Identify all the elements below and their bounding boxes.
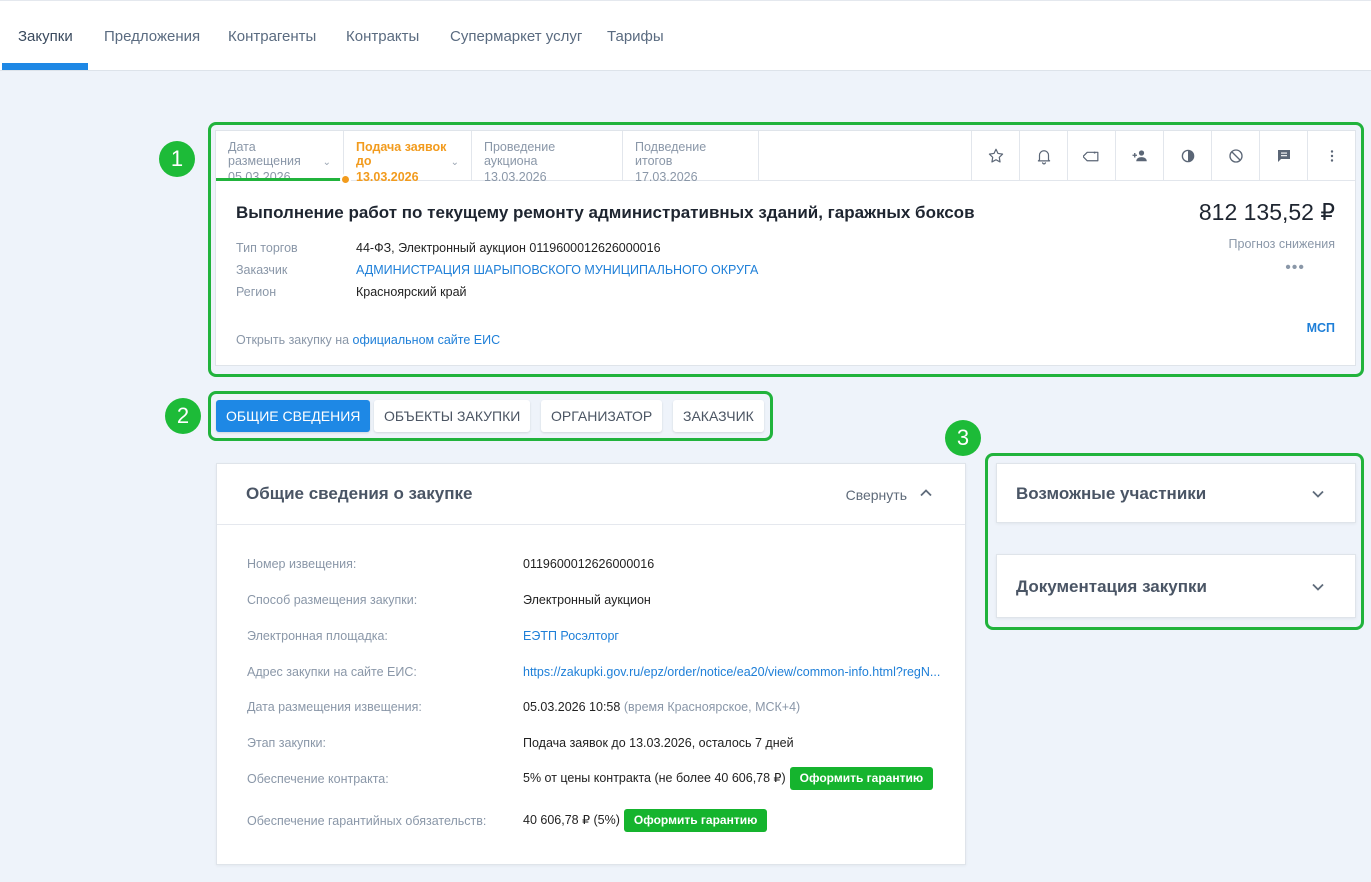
timezone-note: (время Красноярское, МСК+4) [623,700,801,714]
detail-value: Электронный аукцион [523,593,651,607]
get-guarantee-button[interactable]: Оформить гарантию [789,767,934,790]
nav-tab-contracts[interactable]: Контракты [346,1,419,71]
get-guarantee-button[interactable]: Оформить гарантию [623,809,768,832]
annotation-box-2 [208,391,773,441]
annotation-marker-2: 2 [165,398,201,434]
annotation-marker-1: 1 [159,141,195,177]
detail-label: Способ размещения закупки: [247,593,418,607]
detail-value: Подача заявок до 13.03.2026, осталось 7 … [523,736,794,750]
nav-tab-tariffs[interactable]: Тарифы [607,1,664,71]
detail-label: Обеспечение гарантийных обязательств: [247,814,487,828]
card-header: Общие сведения о закупке Свернуть [217,464,965,525]
detail-value: 40 606,78 ₽ (5%) Оформить гарантию [523,809,768,832]
card-title: Общие сведения о закупке [246,484,473,503]
nav-tab-counterparties[interactable]: Контрагенты [228,1,316,71]
general-info-card: Общие сведения о закупке Свернуть Номер … [216,463,966,865]
annotation-box-3 [985,453,1364,630]
chevron-up-icon[interactable] [919,486,933,500]
active-tab-indicator [2,63,88,70]
detail-label: Этап закупки: [247,736,326,750]
security-amount: 5% от цены контракта (не более 40 606,78… [523,770,786,785]
publication-datetime: 05.03.2026 10:58 [523,700,621,714]
detail-label: Электронная площадка: [247,629,388,643]
detail-label: Дата размещения извещения: [247,700,422,714]
top-navigation: Закупки Предложения Контрагенты Контракт… [0,0,1371,71]
nav-tab-offers[interactable]: Предложения [104,1,200,71]
nav-tab-purchases[interactable]: Закупки [18,1,73,71]
annotation-marker-3: 3 [945,420,981,456]
detail-label: Адрес закупки на сайте ЕИС: [247,665,417,679]
warranty-amount: 40 606,78 ₽ (5%) [523,812,620,827]
eis-address-link[interactable]: https://zakupki.gov.ru/epz/order/notice/… [523,665,940,679]
detail-value: 05.03.2026 10:58 (время Красноярское, МС… [523,700,800,714]
detail-label: Номер извещения: [247,557,357,571]
collapse-button[interactable]: Свернуть [846,487,907,503]
detail-value: 5% от цены контракта (не более 40 606,78… [523,767,934,790]
platform-link[interactable]: ЕЭТП Росэлторг [523,629,619,643]
nav-tab-services-supermarket[interactable]: Супермаркет услуг [450,1,582,71]
detail-label: Обеспечение контракта: [247,772,389,786]
annotation-box-1 [208,122,1364,377]
detail-value: 0119600012626000016 [523,557,655,571]
